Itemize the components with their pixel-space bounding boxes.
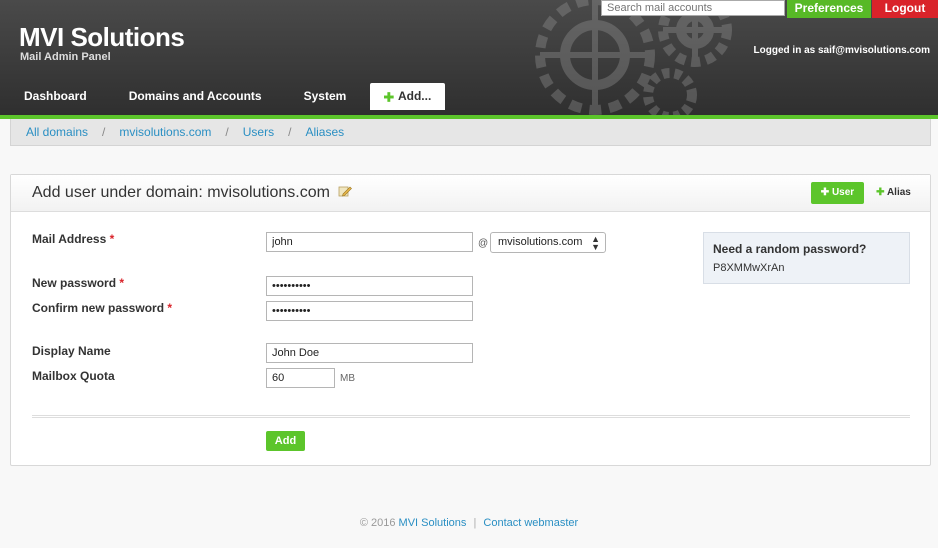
- add-user-panel: Add user under domain: mvisolutions.com …: [10, 174, 931, 466]
- plus-icon: ✚: [820, 187, 830, 198]
- brand-logo[interactable]: MVI Solutions: [19, 22, 185, 53]
- nav-domains-accounts[interactable]: Domains and Accounts: [117, 83, 274, 110]
- nav-add-menu[interactable]: Add...: [370, 83, 446, 110]
- tab-alias[interactable]: ✚ Alias: [867, 182, 920, 204]
- top-header: MVI Solutions Mail Admin Panel Preferenc…: [0, 0, 938, 115]
- footer-copyright: © 2016: [359, 517, 396, 529]
- confirm-password-label-text: Confirm new password: [32, 301, 165, 315]
- page-title-text: Add user under domain: mvisolutions.com: [32, 184, 330, 201]
- display-name-input[interactable]: [266, 343, 473, 363]
- new-password-label-text: New password: [32, 276, 117, 290]
- mail-address-label-text: Mail Address: [32, 232, 107, 246]
- footer-contact-link[interactable]: Contact webmaster: [483, 517, 578, 529]
- preferences-button[interactable]: Preferences: [787, 0, 871, 18]
- display-name-label: Display Name: [32, 344, 111, 358]
- search-input[interactable]: [601, 0, 785, 16]
- tab-alias-label: Alias: [886, 187, 911, 198]
- random-password-title: Need a random password?: [713, 242, 867, 256]
- domain-select[interactable]: mvisolutions.com ▲ ▼: [490, 232, 606, 253]
- breadcrumb-domain[interactable]: mvisolutions.com: [119, 125, 211, 139]
- panel-header: Add user under domain: mvisolutions.com …: [11, 175, 930, 212]
- mail-address-input[interactable]: [266, 232, 473, 252]
- page-title: Add user under domain: mvisolutions.com: [32, 184, 353, 202]
- required-mark: *: [109, 232, 115, 246]
- new-password-label: New password *: [32, 276, 124, 290]
- logout-button[interactable]: Logout: [872, 0, 938, 18]
- breadcrumb: All domains / mvisolutions.com / Users /…: [10, 119, 931, 146]
- plus-icon: [384, 91, 394, 102]
- nav-system[interactable]: System: [292, 83, 359, 110]
- brand-subtitle: Mail Admin Panel: [20, 51, 111, 63]
- footer-separator: |: [473, 517, 477, 529]
- select-arrows-icon: ▲ ▼: [591, 234, 600, 252]
- gears-decoration-icon: [535, 0, 732, 115]
- quota-unit: MB: [340, 373, 355, 384]
- domain-select-value: mvisolutions.com: [498, 236, 583, 248]
- mailbox-quota-label: Mailbox Quota: [32, 369, 115, 383]
- random-password-value: P8XMMwXrAn: [713, 262, 785, 274]
- form-divider: [32, 415, 910, 418]
- breadcrumb-aliases[interactable]: Aliases: [305, 125, 344, 139]
- confirm-password-input[interactable]: [266, 301, 473, 321]
- main-nav: Dashboard Domains and Accounts System Ad…: [0, 83, 446, 110]
- footer-company-link[interactable]: MVI Solutions: [399, 517, 467, 529]
- tab-user[interactable]: ✚ User: [811, 182, 864, 204]
- breadcrumb-all-domains[interactable]: All domains: [26, 125, 88, 139]
- at-sign: @: [478, 238, 489, 249]
- plus-icon: ✚: [876, 187, 885, 198]
- add-button[interactable]: Add: [266, 431, 305, 451]
- mail-address-label: Mail Address *: [32, 232, 114, 246]
- edit-pencil-icon: [338, 186, 353, 197]
- breadcrumb-users[interactable]: Users: [243, 125, 274, 139]
- random-password-box: Need a random password? P8XMMwXrAn: [703, 232, 910, 284]
- confirm-password-label: Confirm new password *: [32, 301, 172, 315]
- required-mark: *: [167, 301, 173, 315]
- new-password-input[interactable]: [266, 276, 473, 296]
- footer: © 2016 MVI Solutions | Contact webmaster: [0, 517, 938, 529]
- nav-dashboard[interactable]: Dashboard: [12, 83, 99, 110]
- tab-user-label: User: [831, 187, 855, 198]
- required-mark: *: [119, 276, 125, 290]
- nav-add-label: Add...: [397, 89, 432, 103]
- logged-in-status: Logged in as saif@mvisolutions.com: [753, 45, 930, 56]
- mailbox-quota-input[interactable]: [266, 368, 335, 388]
